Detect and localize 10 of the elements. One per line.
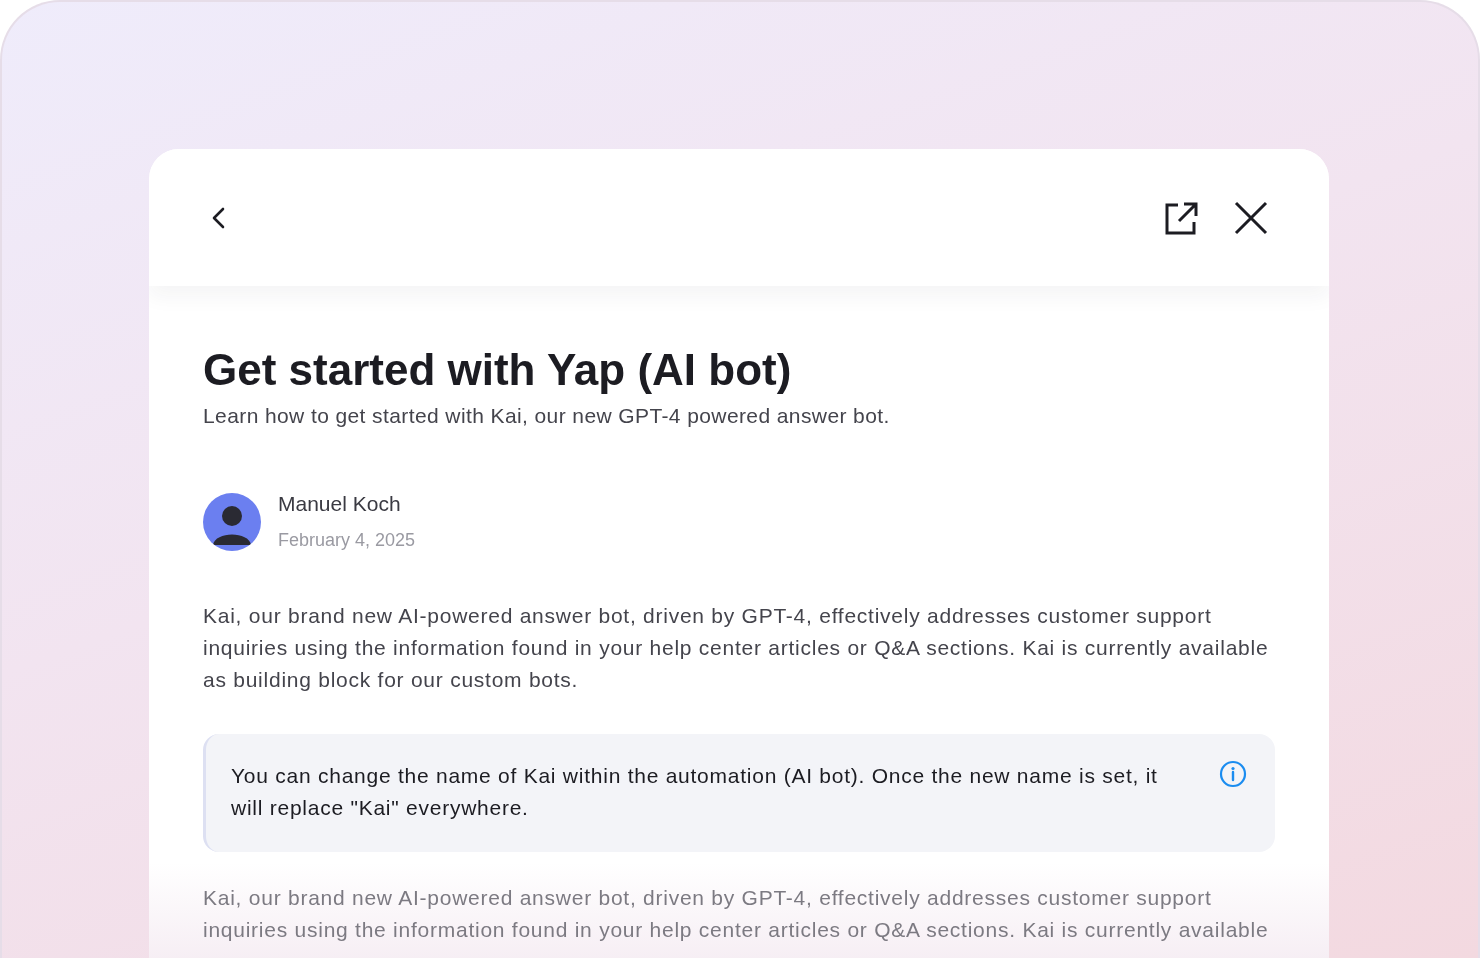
avatar [203, 493, 261, 551]
body-paragraph: Kai, our brand new AI-powered answer bot, driven by GPT-4, effectively addresses customer support inquiries using the information found in your help center articles or Q&A sections. Kai is currently available as building block for our custom bots. [203, 603, 1270, 693]
info-icon [1219, 760, 1247, 788]
article-subtitle: Learn how to get started with Kai, our new GPT-4 powered answer bot. [203, 403, 891, 429]
author-name: Manuel Koch [278, 491, 402, 517]
publish-date: February 4, 2025 [278, 529, 416, 552]
body-paragraph: Kai, our brand new AI-powered answer bot, driven by GPT-4, effectively addresses customer support inquiries using the information found in your help center articles or Q&A sections. Kai is currently available [203, 885, 1270, 943]
close-icon [1233, 199, 1269, 236]
callout-text: You can change the name of Kai within the automation (AI bot). Once the new name is set, it will replace "Kai" everywhere. [231, 763, 1159, 821]
article-title: Get started with Yap (AI bot) [203, 344, 793, 396]
